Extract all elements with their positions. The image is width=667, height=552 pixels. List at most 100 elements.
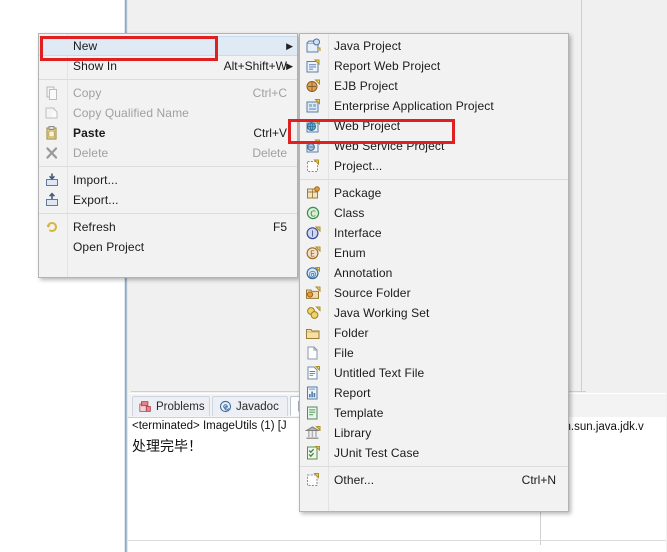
menu-item-interface[interactable]: I Interface: [300, 223, 568, 243]
menu-item-folder[interactable]: Folder: [300, 323, 568, 343]
menu-item-label: Report: [334, 386, 371, 400]
menu-item-label: Annotation: [334, 266, 393, 280]
menu-item-copy[interactable]: Copy Ctrl+C: [39, 83, 297, 103]
menu-item-label: Report Web Project: [334, 59, 441, 73]
menu-item-accelerator: Ctrl+N: [521, 473, 556, 487]
report-web-project-icon: [305, 58, 321, 74]
enterprise-app-project-icon: [305, 98, 321, 114]
copy-icon: [44, 85, 60, 101]
menu-item-junit-test-case[interactable]: JUnit Test Case: [300, 443, 568, 463]
menu-item-untitled-text-file[interactable]: Untitled Text File: [300, 363, 568, 383]
copy-qualified-icon: [44, 105, 60, 121]
library-icon: [305, 425, 321, 441]
tab-problems[interactable]: Problems: [132, 396, 210, 416]
menu-item-refresh[interactable]: Refresh F5: [39, 217, 297, 237]
annotation-icon: @: [305, 265, 321, 281]
menu-item-label: Folder: [334, 326, 369, 340]
menu-item-enum[interactable]: E Enum: [300, 243, 568, 263]
annotation-box-web-project: [288, 119, 455, 144]
menu-item-other[interactable]: Other... Ctrl+N: [300, 470, 568, 490]
menu-item-label: Package: [334, 186, 382, 200]
menu-item-accelerator: Alt+Shift+W: [223, 59, 287, 73]
menu-item-accelerator: Delete: [252, 146, 287, 160]
refresh-icon: [44, 219, 60, 235]
menu-item-annotation[interactable]: @ Annotation: [300, 263, 568, 283]
menu-item-report-web-project[interactable]: Report Web Project: [300, 56, 568, 76]
junit-test-case-icon: [305, 445, 321, 461]
new-submenu-list: Java Project Report Web Project EJB Projec…: [300, 34, 568, 492]
menu-item-paste[interactable]: Paste Ctrl+V: [39, 123, 297, 143]
context-menu-list: New ▶ Show In Alt+Shift+W ▶ Copy Ctrl+C Copy Qu…: [39, 34, 297, 259]
tab-javadoc-label: Javadoc: [236, 400, 279, 413]
menu-item-java-working-set[interactable]: Java Working Set: [300, 303, 568, 323]
menu-item-label: Java Working Set: [334, 306, 430, 320]
javadoc-icon: [219, 400, 232, 413]
menu-item-label: Class: [334, 206, 365, 220]
menu-item-package[interactable]: Package: [300, 183, 568, 203]
menu-separator: [39, 213, 297, 214]
problems-icon: [139, 400, 152, 413]
menu-item-label: File: [334, 346, 354, 360]
other-icon: [305, 472, 321, 488]
java-project-icon: [305, 38, 321, 54]
menu-item-label: Open Project: [73, 240, 145, 254]
menu-item-source-folder[interactable]: Source Folder: [300, 283, 568, 303]
menu-item-report[interactable]: Report: [300, 383, 568, 403]
project-icon: [305, 158, 321, 174]
menu-item-label: Other...: [334, 473, 375, 487]
menu-item-label: Untitled Text File: [334, 366, 425, 380]
svg-text:C: C: [310, 209, 316, 218]
menu-item-project[interactable]: Project...: [300, 156, 568, 176]
submenu-arrow-icon: ▶: [286, 40, 293, 51]
menu-separator: [39, 79, 297, 80]
menu-item-label: EJB Project: [334, 79, 398, 93]
menu-item-ejb-project[interactable]: EJB Project: [300, 76, 568, 96]
menu-item-delete[interactable]: Delete Delete: [39, 143, 297, 163]
menu-item-accelerator: Ctrl+C: [252, 86, 287, 100]
menu-item-label: Refresh: [73, 220, 116, 234]
template-icon: [305, 405, 321, 421]
console-bottom-edge: [128, 540, 666, 541]
menu-item-label: Library: [334, 426, 372, 440]
menu-item-label: JUnit Test Case: [334, 446, 420, 460]
menu-item-label: Enterprise Application Project: [334, 99, 494, 113]
report-icon: [305, 385, 321, 401]
interface-icon: I: [305, 225, 321, 241]
menu-item-label: Show In: [73, 59, 118, 73]
menu-item-accelerator: Ctrl+V: [253, 126, 287, 140]
menu-item-label: Delete: [73, 146, 109, 160]
menu-item-label: Interface: [334, 226, 382, 240]
new-submenu[interactable]: Java Project Report Web Project EJB Projec…: [299, 33, 569, 512]
menu-item-class[interactable]: C Class: [300, 203, 568, 223]
menu-item-import[interactable]: Import...: [39, 170, 297, 190]
file-icon: [305, 345, 321, 361]
console-output-line: 处理完毕！: [132, 439, 202, 455]
annotation-box-new: [40, 36, 218, 61]
menu-item-label: Template: [334, 406, 384, 420]
source-folder-icon: [305, 285, 321, 301]
context-menu[interactable]: New ▶ Show In Alt+Shift+W ▶ Copy Ctrl+C Copy Qu…: [38, 33, 298, 278]
paste-icon: [44, 125, 60, 141]
delete-icon: [44, 145, 60, 161]
menu-item-template[interactable]: Template: [300, 403, 568, 423]
menu-item-export[interactable]: Export...: [39, 190, 297, 210]
menu-item-library[interactable]: Library: [300, 423, 568, 443]
menu-item-label: Source Folder: [334, 286, 411, 300]
tab-problems-label: Problems: [156, 400, 205, 413]
tab-javadoc[interactable]: Javadoc: [212, 396, 288, 416]
import-icon: [44, 172, 60, 188]
menu-item-open-project[interactable]: Open Project: [39, 237, 297, 257]
menu-item-label: Java Project: [334, 39, 402, 53]
menu-item-file[interactable]: File: [300, 343, 568, 363]
menu-separator: [300, 466, 568, 467]
menu-item-enterprise-application-project[interactable]: Enterprise Application Project: [300, 96, 568, 116]
submenu-arrow-icon: ▶: [286, 60, 293, 71]
menu-item-java-project[interactable]: Java Project: [300, 36, 568, 56]
menu-item-label: Export...: [73, 193, 119, 207]
menu-item-copy-qualified-name[interactable]: Copy Qualified Name: [39, 103, 297, 123]
menu-separator: [39, 166, 297, 167]
export-icon: [44, 192, 60, 208]
svg-text:@: @: [309, 269, 317, 278]
editor-vertical-border: [581, 0, 582, 392]
menu-item-label: Enum: [334, 246, 366, 260]
